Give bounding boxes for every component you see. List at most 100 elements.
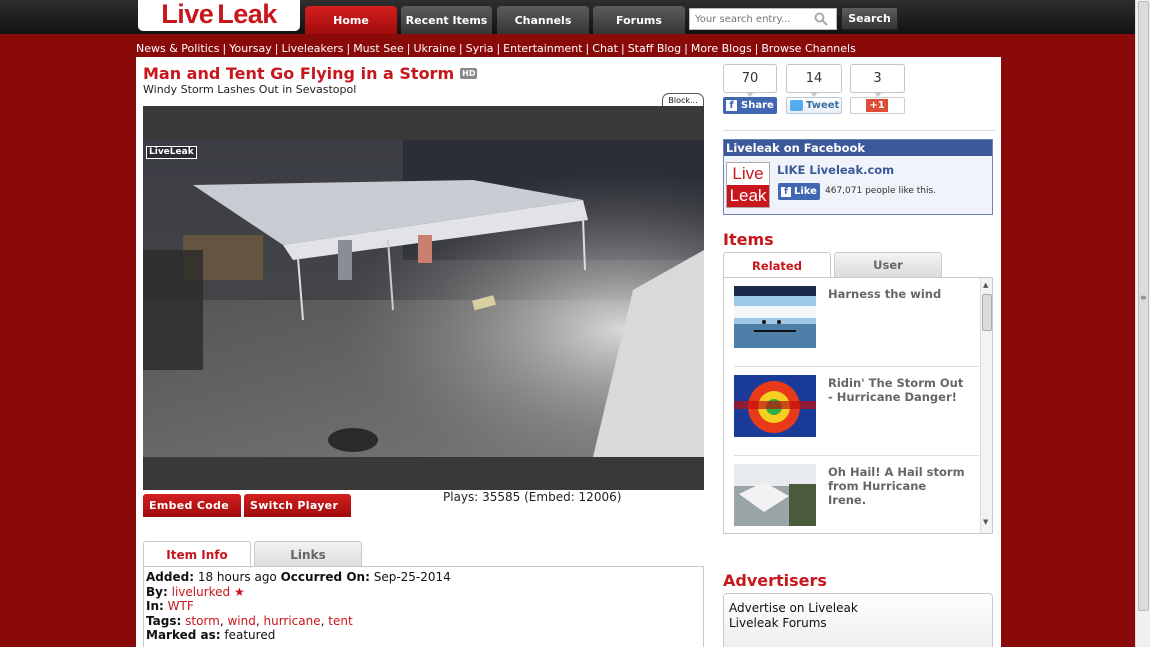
subnav-more-blogs[interactable]: More Blogs bbox=[691, 42, 752, 55]
nav-tab-forums[interactable]: Forums bbox=[593, 6, 685, 34]
play-count: Plays: 35585 (Embed: 12006) bbox=[443, 490, 622, 504]
facebook-share-button[interactable]: f Share bbox=[723, 97, 777, 114]
facebook-like-count: 467,071 people like this. bbox=[825, 186, 937, 196]
subnav-must-see[interactable]: Must See bbox=[353, 42, 404, 55]
items-heading: Items bbox=[723, 230, 774, 249]
facebook-icon: f bbox=[781, 186, 791, 197]
marked-label: Marked as: bbox=[146, 628, 221, 642]
like-label: Like bbox=[794, 186, 817, 197]
liveleak-watermark: LiveLeak bbox=[146, 146, 197, 159]
storm-video-still bbox=[143, 140, 704, 457]
facebook-like-button[interactable]: f Like bbox=[778, 183, 820, 200]
added-value: 18 hours ago bbox=[197, 570, 277, 584]
facebook-icon: f bbox=[726, 100, 737, 111]
item-title-link: Ridin' The Storm Out - Hurricane Danger! bbox=[828, 376, 964, 404]
plus-count: 3 bbox=[850, 64, 905, 97]
star-icon: ★ bbox=[233, 584, 245, 599]
google-plus-button[interactable]: +1 bbox=[850, 97, 905, 114]
video-frame[interactable]: LiveLeak bbox=[143, 140, 704, 457]
switch-player-button[interactable]: Switch Player bbox=[244, 494, 351, 517]
liveleak-logo[interactable]: Live Leak bbox=[138, 0, 300, 31]
list-item[interactable]: Ridin' The Storm Out - Hurricane Danger! bbox=[734, 367, 979, 456]
item-title-link: Oh Hail! A Hail storm from Hurricane Ire… bbox=[828, 465, 965, 507]
twitter-bird-icon bbox=[790, 100, 803, 111]
subnav-staff-blog[interactable]: Staff Blog bbox=[628, 42, 681, 55]
marked-row: Marked as: featured bbox=[146, 628, 701, 643]
page-scrollbar[interactable]: ≡ bbox=[1135, 0, 1150, 647]
logo-part-leak: Leak bbox=[217, 0, 277, 29]
search-input[interactable] bbox=[690, 10, 812, 28]
list-item[interactable]: Harness the wind bbox=[734, 278, 979, 367]
video-player[interactable]: LiveLeak bbox=[143, 106, 704, 490]
tag-link[interactable]: wind bbox=[227, 614, 255, 628]
tags-row: Tags: storm, wind, hurricane, tent bbox=[146, 613, 353, 628]
tab-user[interactable]: User bbox=[834, 252, 942, 277]
subnav-yoursay[interactable]: Yoursay bbox=[229, 42, 271, 55]
logo-part-live: Live bbox=[161, 0, 214, 29]
sub-navigation: News & Politics | Yoursay | Liveleakers | Must… bbox=[136, 42, 856, 55]
subnav-browse-channels[interactable]: Browse Channels bbox=[761, 42, 855, 55]
marked-value: featured bbox=[224, 628, 276, 642]
advertisers-heading: Advertisers bbox=[723, 571, 827, 590]
subnav-chat[interactable]: Chat bbox=[592, 42, 618, 55]
liveleak-fb-logo[interactable]: Live Leak bbox=[726, 162, 770, 208]
block-button[interactable]: Block... bbox=[662, 93, 704, 107]
added-label: Added: bbox=[146, 570, 194, 584]
added-row: Added: 18 hours ago Occurred On: Sep-25-… bbox=[146, 570, 701, 585]
search-button[interactable]: Search bbox=[841, 7, 898, 30]
related-items-list: Harness the wind Ridin' The Storm Out - … bbox=[723, 277, 993, 534]
nav-tab-recent-items[interactable]: Recent Items bbox=[401, 6, 492, 34]
hd-badge: HD bbox=[460, 68, 478, 79]
tag-link[interactable]: tent bbox=[328, 614, 352, 628]
tab-item-info[interactable]: Item Info bbox=[143, 541, 251, 568]
tag-link[interactable]: storm bbox=[185, 614, 220, 628]
nav-tab-home[interactable]: Home bbox=[305, 6, 397, 34]
tweet-label: Tweet bbox=[806, 100, 840, 111]
subnav-news-politics[interactable]: News & Politics bbox=[136, 42, 220, 55]
tab-links[interactable]: Links bbox=[254, 541, 362, 567]
advertisers-box: Advertise on Liveleak Liveleak Forums bbox=[723, 593, 993, 647]
scroll-down-icon[interactable]: ▼ bbox=[983, 518, 988, 526]
search-icon[interactable] bbox=[812, 10, 830, 28]
list-scrollbar[interactable]: ▲ ▼ bbox=[980, 278, 992, 533]
facebook-page-link[interactable]: LIKE Liveleak.com bbox=[777, 163, 894, 177]
fb-logo-top: Live bbox=[732, 164, 764, 183]
thumbnail-image bbox=[734, 464, 816, 526]
item-title-text: Man and Tent Go Flying in a Storm bbox=[143, 64, 455, 83]
in-label: In: bbox=[146, 599, 164, 613]
nav-tab-channels[interactable]: Channels bbox=[497, 6, 589, 34]
by-row: By: livelurked ★ bbox=[146, 585, 701, 600]
tag-link[interactable]: hurricane bbox=[263, 614, 320, 628]
item-title-link: Harness the wind bbox=[828, 287, 942, 301]
list-scrollbar-thumb[interactable] bbox=[982, 294, 992, 331]
subnav-ukraine[interactable]: Ukraine bbox=[413, 42, 455, 55]
scroll-up-icon[interactable]: ▲ bbox=[983, 281, 988, 289]
fb-logo-bottom: Leak bbox=[727, 185, 769, 207]
occurred-value: Sep-25-2014 bbox=[373, 570, 451, 584]
subnav-entertainment[interactable]: Entertainment bbox=[503, 42, 582, 55]
facebook-widget: Liveleak on Facebook Live Leak LIKE Livel… bbox=[723, 139, 993, 215]
scrollbar-grip-icon: ≡ bbox=[1140, 293, 1147, 302]
tab-related[interactable]: Related bbox=[723, 252, 831, 278]
scrollbar-thumb[interactable] bbox=[1138, 1, 1149, 611]
share-count: 70 bbox=[723, 64, 777, 97]
by-label: By: bbox=[146, 584, 168, 599]
facebook-widget-header: Liveleak on Facebook bbox=[724, 140, 992, 156]
thumbnail-image bbox=[734, 375, 816, 437]
google-plus-icon: +1 bbox=[866, 99, 888, 112]
author-link[interactable]: livelurked bbox=[172, 585, 231, 599]
item-title: Man and Tent Go Flying in a Storm HD bbox=[143, 64, 478, 83]
tags-label: Tags: bbox=[146, 613, 182, 628]
embed-code-button[interactable]: Embed Code bbox=[143, 494, 241, 517]
channel-link[interactable]: WTF bbox=[168, 599, 194, 613]
search-box bbox=[689, 8, 837, 30]
advertise-link[interactable]: Advertise on Liveleak bbox=[729, 601, 987, 616]
tweet-button[interactable]: Tweet bbox=[786, 97, 842, 114]
list-item[interactable]: Oh Hail! A Hail storm from Hurricane Ire… bbox=[734, 456, 979, 533]
thumbnail-image bbox=[734, 286, 816, 348]
subnav-syria[interactable]: Syria bbox=[466, 42, 494, 55]
subnav-liveleakers[interactable]: Liveleakers bbox=[281, 42, 343, 55]
item-info-panel: Added: 18 hours ago Occurred On: Sep-25-… bbox=[143, 566, 704, 647]
in-row: In: WTF bbox=[146, 599, 701, 614]
forums-link[interactable]: Liveleak Forums bbox=[729, 616, 987, 631]
